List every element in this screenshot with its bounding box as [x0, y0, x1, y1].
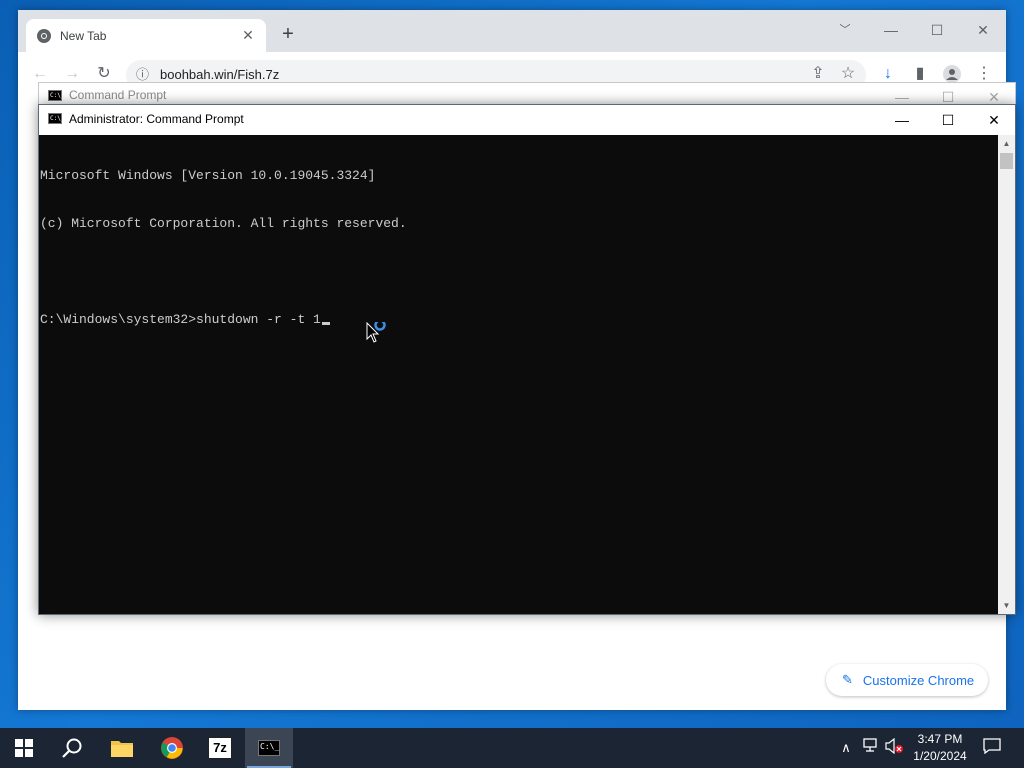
profile-icon[interactable] — [942, 64, 962, 84]
cmd-title: Administrator: Command Prompt — [69, 112, 244, 126]
cmd-scrollbar[interactable]: ▲ ▼ — [998, 135, 1015, 614]
customize-chrome-label: Customize Chrome — [862, 672, 975, 688]
console-command: C:\Windows\system32>shutdown -r -t 1 — [40, 312, 321, 327]
bookmark-star-icon[interactable]: ☆ — [838, 64, 858, 84]
reload-icon[interactable]: ↻ — [94, 64, 114, 84]
busy-cursor-icon — [366, 322, 386, 343]
start-button[interactable] — [0, 728, 48, 768]
taskbar: 7z C:\_ ∧ 3:47 PM 1/20/2024 — [0, 728, 1024, 768]
file-explorer-button[interactable] — [98, 728, 146, 768]
cmd-titlebar[interactable]: C:\_ Administrator: Command Prompt — ☐ ✕ — [39, 105, 1015, 135]
address-url: boohbah.win/Fish.7z — [160, 67, 280, 82]
pencil-icon: ✎ — [842, 672, 853, 687]
cmd-minimize-icon[interactable]: — — [879, 106, 925, 134]
scroll-up-icon[interactable]: ▲ — [998, 135, 1015, 152]
clock-time: 3:47 PM — [917, 732, 963, 746]
cmd-taskbar-button[interactable]: C:\_ — [245, 728, 293, 768]
share-icon[interactable]: ⇪ — [808, 64, 828, 84]
windows-logo-icon — [15, 739, 33, 757]
customize-chrome-button[interactable]: ✎ Customize Chrome — [826, 664, 988, 696]
chrome-favicon-icon — [37, 28, 51, 43]
minimize-icon[interactable]: — — [868, 16, 914, 44]
tab-close-icon[interactable]: ✕ — [240, 27, 256, 44]
scroll-down-icon[interactable]: ▼ — [998, 597, 1015, 614]
chrome-taskbar-button[interactable] — [148, 728, 196, 768]
chrome-logo-icon — [161, 737, 183, 759]
download-icon[interactable]: ↓ — [878, 64, 898, 84]
text-cursor — [321, 322, 330, 325]
chrome-tab-strip: New Tab ✕ + ﹀ — ☐ ✕ — [18, 10, 1006, 52]
7zip-icon: 7z — [208, 737, 232, 759]
system-clock[interactable]: 3:47 PM 1/20/2024 — [904, 731, 976, 765]
clock-date: 1/20/2024 — [913, 749, 967, 763]
cmd-maximize-icon[interactable]: ☐ — [925, 106, 971, 134]
search-button[interactable] — [48, 728, 96, 768]
chrome-menu-icon[interactable]: ⋮ — [974, 64, 994, 84]
7zip-icon-label: 7z — [213, 740, 227, 755]
7zip-taskbar-button[interactable]: 7z — [196, 728, 244, 768]
back-icon[interactable]: ← — [30, 64, 50, 84]
cmd-app-icon: C:\_ — [48, 113, 65, 124]
new-tab-plus-icon[interactable]: + — [276, 22, 300, 46]
cmd-close-icon[interactable]: ✕ — [971, 106, 1017, 134]
tab-title: New Tab — [60, 28, 107, 43]
scroll-thumb[interactable] — [1000, 153, 1013, 169]
forward-icon[interactable]: → — [62, 64, 82, 84]
console-prompt-line: C:\Windows\system32>shutdown -r -t 1 — [40, 312, 998, 328]
cmd-bg-title: Command Prompt — [69, 88, 167, 102]
console-line: Microsoft Windows [Version 10.0.19045.33… — [40, 168, 376, 183]
side-panel-icon[interactable]: ▮ — [910, 64, 930, 84]
folder-icon — [111, 741, 133, 757]
cmd-taskbar-icon: C:\_ — [258, 740, 280, 756]
cmd-app-icon: C:\_ — [48, 90, 65, 101]
search-icon — [62, 738, 82, 758]
notifications-icon[interactable] — [982, 738, 1002, 758]
volume-muted-icon[interactable] — [884, 737, 904, 758]
tab-search-chevron-icon[interactable]: ﹀ — [822, 16, 868, 44]
maximize-icon[interactable]: ☐ — [914, 16, 960, 44]
close-window-icon[interactable]: ✕ — [960, 16, 1006, 44]
network-icon[interactable] — [862, 738, 880, 758]
show-hidden-icons-chevron-icon[interactable]: ∧ — [838, 738, 854, 758]
command-prompt-window[interactable]: C:\_ Administrator: Command Prompt — ☐ ✕… — [38, 104, 1016, 615]
console-output[interactable]: Microsoft Windows [Version 10.0.19045.33… — [39, 135, 999, 614]
chrome-tab-new-tab[interactable]: New Tab ✕ — [26, 19, 266, 52]
console-line: (c) Microsoft Corporation. All rights re… — [40, 216, 407, 231]
